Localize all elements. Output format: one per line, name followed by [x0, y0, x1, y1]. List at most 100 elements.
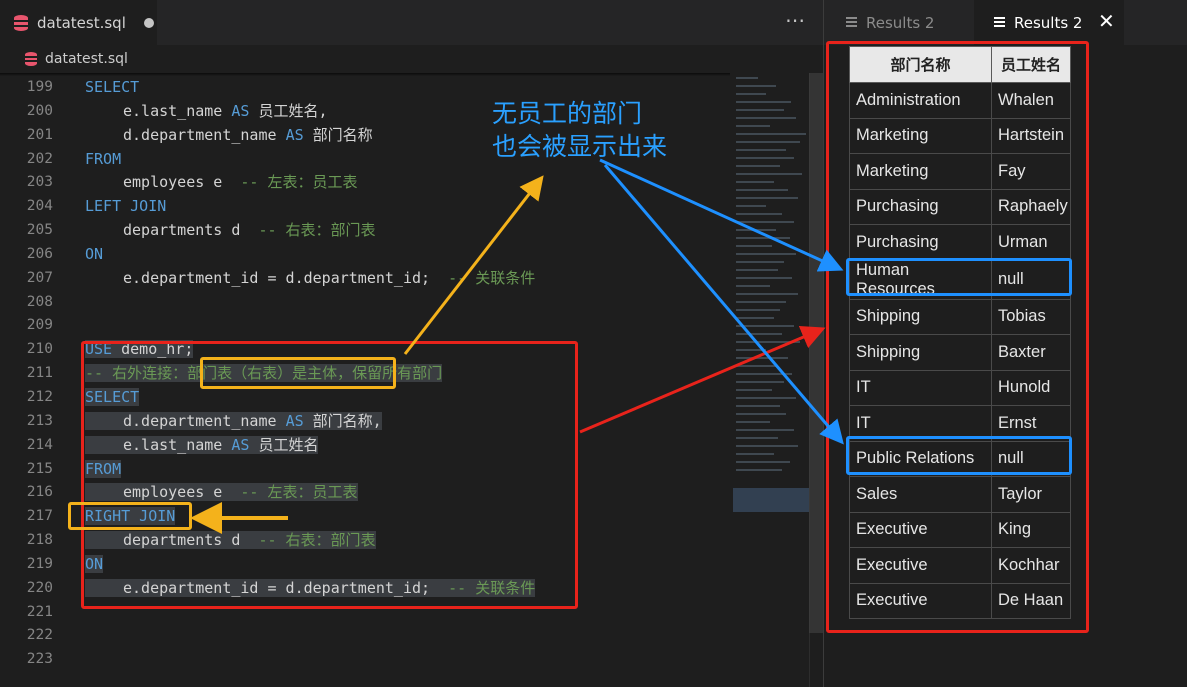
line-number: 210	[26, 341, 53, 358]
line-number: 206	[26, 245, 53, 262]
line-number: 212	[26, 388, 53, 405]
line-number: 221	[26, 603, 53, 620]
code-line-204: LEFT JOIN	[85, 197, 167, 216]
line-number: 204	[26, 198, 53, 215]
minimap-line	[736, 109, 784, 111]
minimap[interactable]	[733, 73, 809, 687]
minimap-line	[736, 341, 800, 343]
editor-tab-bar: datatest.sql ⋯	[0, 0, 823, 45]
annotation-note-line: 无员工的部门	[492, 99, 643, 128]
minimap-line	[736, 269, 778, 271]
minimap-line	[736, 245, 772, 247]
annotation-box-results	[826, 41, 1089, 633]
minimap-line	[736, 85, 776, 87]
annotation-box-right-join	[68, 502, 192, 530]
minimap-line	[736, 221, 794, 223]
line-number: 215	[26, 460, 53, 477]
line-number: 199	[26, 79, 53, 95]
minimap-line	[736, 373, 792, 375]
minimap-line	[736, 325, 794, 327]
editor-tab-title: datatest.sql	[37, 13, 126, 32]
list-icon	[846, 17, 857, 28]
line-number: 218	[26, 532, 53, 549]
minimap-line	[736, 333, 782, 335]
minimap-line	[736, 229, 776, 231]
line-number: 217	[26, 508, 53, 525]
minimap-line	[736, 413, 786, 415]
minimap-viewport[interactable]	[733, 488, 809, 512]
minimap-line	[736, 381, 784, 383]
minimap-line	[736, 141, 800, 143]
line-number: 209	[26, 317, 53, 334]
editor-scrollbar-thumb[interactable]	[809, 73, 823, 633]
database-icon	[25, 52, 37, 66]
results-tab-bar: Results 2 Results 2 ✕	[824, 0, 1187, 45]
minimap-line	[736, 309, 780, 311]
line-number: 223	[26, 651, 53, 668]
database-icon	[14, 14, 28, 31]
minimap-line	[736, 173, 802, 175]
minimap-line	[736, 133, 806, 135]
line-number: 200	[26, 102, 53, 119]
line-number: 216	[26, 484, 53, 501]
minimap-line	[736, 197, 798, 199]
minimap-line	[736, 429, 794, 431]
line-number: 219	[26, 555, 53, 572]
breadcrumb: datatest.sql	[0, 45, 823, 73]
tab-label: Results 2	[866, 13, 935, 32]
minimap-line	[736, 453, 774, 455]
editor-tab-datatest[interactable]: datatest.sql	[0, 0, 157, 45]
minimap-line	[736, 445, 798, 447]
minimap-line	[736, 117, 796, 119]
annotation-box-right-table	[200, 357, 396, 389]
minimap-line	[736, 213, 782, 215]
minimap-line	[736, 101, 791, 103]
minimap-line	[736, 261, 784, 263]
line-number: 205	[26, 222, 53, 239]
minimap-line	[736, 157, 794, 159]
minimap-line	[736, 189, 788, 191]
minimap-line	[736, 317, 774, 319]
minimap-line	[736, 469, 782, 471]
more-actions-icon[interactable]: ⋯	[785, 8, 806, 32]
breadcrumb-file[interactable]: datatest.sql	[45, 51, 128, 67]
minimap-line	[736, 253, 796, 255]
line-number-gutter: 199 200 201 202 203 204 205 206 207 208 209 210 211 2…	[0, 76, 70, 672]
minimap-line	[736, 397, 796, 399]
line-number: 203	[26, 174, 53, 191]
minimap-line	[736, 389, 772, 391]
minimap-line	[736, 125, 770, 127]
line-number: 222	[26, 627, 53, 644]
minimap-line	[736, 405, 780, 407]
close-icon[interactable]: ✕	[1098, 9, 1115, 33]
minimap-line	[736, 277, 792, 279]
minimap-line	[736, 77, 758, 79]
minimap-line	[736, 149, 786, 151]
code-line-205: departments d -- 右表：部门表	[123, 221, 376, 240]
tab-results-inactive[interactable]: Results 2	[824, 0, 974, 45]
minimap-line	[736, 205, 766, 207]
tab-label: Results 2	[1014, 13, 1083, 32]
line-number: 201	[26, 126, 53, 143]
line-number: 220	[26, 579, 53, 596]
line-number: 211	[26, 365, 53, 382]
minimap-line	[736, 301, 786, 303]
code-line-207: e.department_id = d.department_id; -- 关联…	[123, 268, 536, 287]
minimap-line	[736, 349, 766, 351]
code-line-203: employees e -- 左表：员工表	[123, 173, 358, 192]
line-number: 208	[26, 293, 53, 310]
line-number: 202	[26, 150, 53, 167]
line-number: 207	[26, 269, 53, 286]
minimap-line	[736, 181, 774, 183]
line-number: 214	[26, 436, 53, 453]
minimap-line	[736, 165, 780, 167]
minimap-line	[736, 365, 776, 367]
unsaved-dot-icon[interactable]	[143, 17, 154, 28]
annotation-box-public-relations	[846, 436, 1072, 475]
list-icon	[994, 17, 1005, 28]
annotation-box-human-resources	[846, 258, 1072, 296]
